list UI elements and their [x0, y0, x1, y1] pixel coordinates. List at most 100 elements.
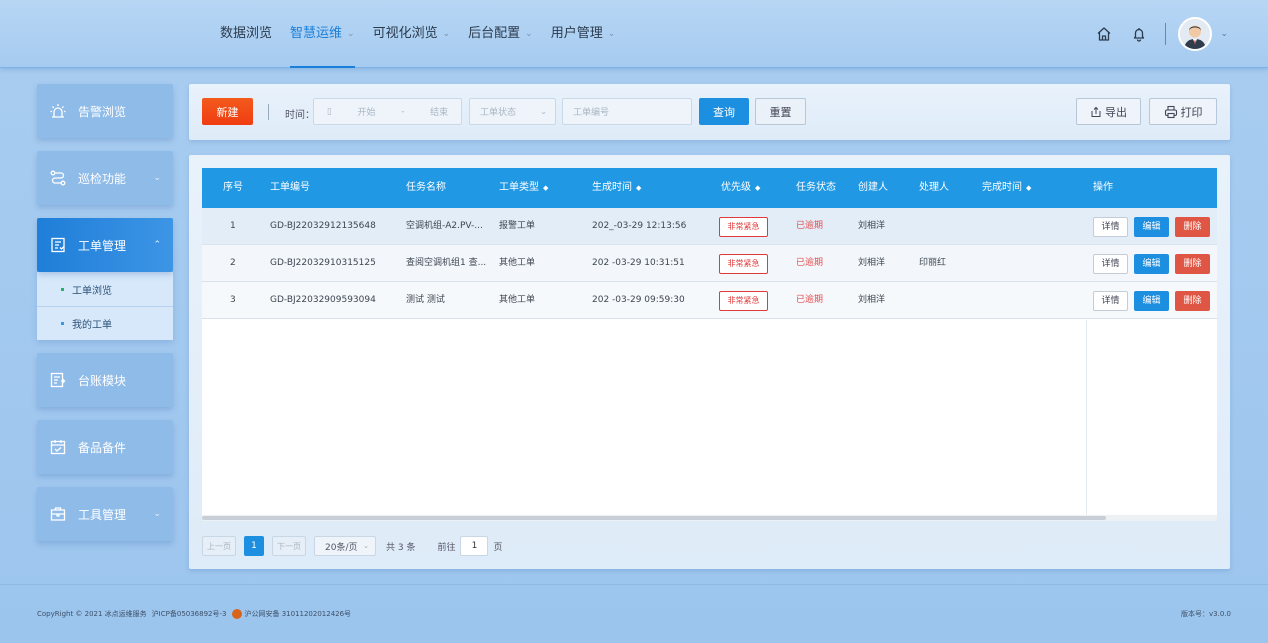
- bell-icon[interactable]: [1129, 24, 1149, 44]
- cell-index: 2: [230, 258, 236, 268]
- nav-item-label: 后台配置: [468, 26, 521, 41]
- nav-item-data-browse[interactable]: 数据浏览: [220, 0, 272, 68]
- header-priority[interactable]: 优先级 ◆: [721, 168, 760, 208]
- export-button[interactable]: 导出: [1076, 98, 1141, 125]
- chevron-down-icon: ⌄: [347, 29, 355, 39]
- export-label: 导出: [1105, 106, 1127, 119]
- workorder-icon: [49, 236, 67, 254]
- date-range-separator: -: [401, 106, 405, 117]
- cell-created: 202 -03-29 10:31:51: [592, 258, 685, 268]
- start-date-placeholder: 开始: [357, 108, 376, 118]
- delete-button[interactable]: 删除: [1175, 254, 1210, 274]
- prev-page-button[interactable]: 上一页: [202, 536, 236, 556]
- cell-creator: 刘相洋: [858, 295, 886, 305]
- query-button[interactable]: 查询: [699, 98, 749, 125]
- next-page-button[interactable]: 下一页: [272, 536, 306, 556]
- nav-item-label: 智慧运维: [290, 26, 343, 41]
- icp-link[interactable]: 沪ICP备05036892号-3: [152, 609, 227, 619]
- header-code: 工单编号: [270, 182, 310, 193]
- reset-button[interactable]: 重置: [755, 98, 806, 125]
- home-icon[interactable]: [1094, 24, 1114, 44]
- nav-item-smart-ops[interactable]: 智慧运维 ⌄: [290, 0, 355, 68]
- page-size-select[interactable]: 20条/页 ⌄: [314, 536, 376, 556]
- calendar-icon: [49, 438, 67, 456]
- chevron-down-icon[interactable]: ⌄: [1220, 29, 1228, 39]
- end-date-placeholder: 结束: [430, 108, 449, 118]
- header-label: 工单类型: [499, 182, 539, 193]
- scrollbar-thumb[interactable]: [202, 516, 1106, 520]
- nav-item-user-management[interactable]: 用户管理 ⌄: [551, 0, 616, 68]
- cell-task: 空调机组-A2.PV-...: [406, 221, 483, 231]
- alarm-icon: [49, 102, 67, 120]
- workorder-table-panel: 序号 工单编号 任务名称 工单类型 ◆ 生成时间 ◆ 优先级 ◆ 任务状态 创建人 处…: [189, 155, 1230, 569]
- delete-button[interactable]: 删除: [1175, 217, 1210, 237]
- new-button[interactable]: 新建: [202, 98, 253, 125]
- printer-icon: [1164, 105, 1177, 118]
- sort-icon: ◆: [1026, 184, 1032, 192]
- sidebar-item-label: 告警浏览: [78, 104, 127, 119]
- chevron-down-icon: ⌄: [363, 542, 369, 550]
- header-creator: 创建人: [858, 182, 888, 193]
- sidebar-item-ledger[interactable]: 台账模块: [37, 353, 173, 407]
- chevron-down-icon: ⌄: [153, 173, 161, 183]
- nav-item-visual-browse[interactable]: 可视化浏览 ⌄: [373, 0, 451, 68]
- footer-info: CopyRight © 2021 冰点运维服务 沪ICP备05036892号-3…: [37, 609, 351, 619]
- chevron-down-icon: ⌄: [540, 107, 547, 116]
- edit-button[interactable]: 编辑: [1134, 254, 1169, 274]
- nav-item-backend-config[interactable]: 后台配置 ⌄: [468, 0, 533, 68]
- detail-button[interactable]: 详情: [1093, 254, 1128, 274]
- fixed-column-divider: [1086, 320, 1087, 515]
- header-label: 优先级: [721, 182, 751, 193]
- header-task: 任务名称: [406, 182, 446, 193]
- cell-code: GD-BJ22032909593094: [270, 295, 376, 305]
- goto-label: 前往: [437, 542, 456, 553]
- cell-task: 查阅空调机组1 查...: [406, 258, 487, 268]
- nav-item-label: 数据浏览: [220, 26, 273, 41]
- cell-index: 1: [230, 221, 236, 231]
- status-select[interactable]: 工单状态 ⌄: [469, 98, 556, 125]
- nav-item-label: 可视化浏览: [372, 26, 438, 41]
- edit-button[interactable]: 编辑: [1134, 217, 1169, 237]
- table-row: 3 GD-BJ22032909593094 测试 测试 其他工单 202 -03…: [202, 282, 1217, 319]
- copyright-text: CopyRight © 2021 冰点运维服务: [37, 610, 147, 618]
- status-badge: 已逾期: [796, 258, 824, 268]
- sidebar: 告警浏览 巡检功能 ⌄ 工单管理 ⌃ 工单浏览 我的工单 台账模块 备品备件 工…: [37, 84, 173, 554]
- chevron-down-icon: ⌄: [607, 29, 616, 39]
- workorder-table: 序号 工单编号 任务名称 工单类型 ◆ 生成时间 ◆ 优先级 ◆ 任务状态 创建人 处…: [202, 168, 1217, 521]
- date-range-picker[interactable]: ▯ 开始 - 结束: [313, 98, 462, 125]
- workorder-code-input[interactable]: 工单编号: [562, 98, 692, 125]
- horizontal-scrollbar[interactable]: [202, 515, 1217, 521]
- sidebar-item-workorder[interactable]: 工单管理 ⌃: [37, 218, 173, 272]
- submenu-item-label: 我的工单: [72, 320, 112, 331]
- header-status: 任务状态: [796, 182, 836, 193]
- footer-divider: [0, 584, 1268, 585]
- police-record-link[interactable]: 沪公网安备 31011202012426号: [244, 609, 351, 619]
- sidebar-item-label: 工具管理: [78, 507, 127, 522]
- header-finished[interactable]: 完成时间 ◆: [982, 168, 1031, 208]
- chevron-up-icon: ⌃: [153, 240, 161, 250]
- goto-page-input[interactable]: 1: [460, 536, 489, 556]
- header-label: 完成时间: [982, 182, 1022, 193]
- page-number-current[interactable]: 1: [244, 536, 264, 556]
- detail-button[interactable]: 详情: [1093, 217, 1128, 237]
- submenu-item-my-workorders[interactable]: 我的工单: [37, 306, 173, 340]
- delete-button[interactable]: 删除: [1175, 291, 1210, 311]
- sidebar-item-alarm-browse[interactable]: 告警浏览: [37, 84, 173, 138]
- cell-created: 202_-03-29 12:13:56: [592, 221, 687, 231]
- header-created[interactable]: 生成时间 ◆: [592, 168, 641, 208]
- filter-bar: 新建 时间： ▯ 开始 - 结束 工单状态 ⌄ 工单编号 查询 重置 导出 打印: [189, 84, 1230, 140]
- header-type[interactable]: 工单类型 ◆: [499, 168, 548, 208]
- sidebar-item-tools[interactable]: 工具管理 ⌄: [37, 487, 173, 541]
- edit-button[interactable]: 编辑: [1134, 291, 1169, 311]
- export-icon: [1091, 106, 1101, 117]
- toolbox-icon: [49, 505, 67, 523]
- user-avatar[interactable]: [1178, 17, 1213, 51]
- detail-button[interactable]: 详情: [1093, 291, 1128, 311]
- header-label: 生成时间: [592, 182, 632, 193]
- sidebar-item-spare-parts[interactable]: 备品备件: [37, 420, 173, 474]
- sidebar-item-inspection[interactable]: 巡检功能 ⌄: [37, 151, 173, 205]
- submenu-item-workorder-browse[interactable]: 工单浏览: [37, 272, 173, 306]
- bullet-icon: [61, 322, 64, 325]
- sort-icon: ◆: [755, 184, 761, 192]
- print-button[interactable]: 打印: [1149, 98, 1217, 125]
